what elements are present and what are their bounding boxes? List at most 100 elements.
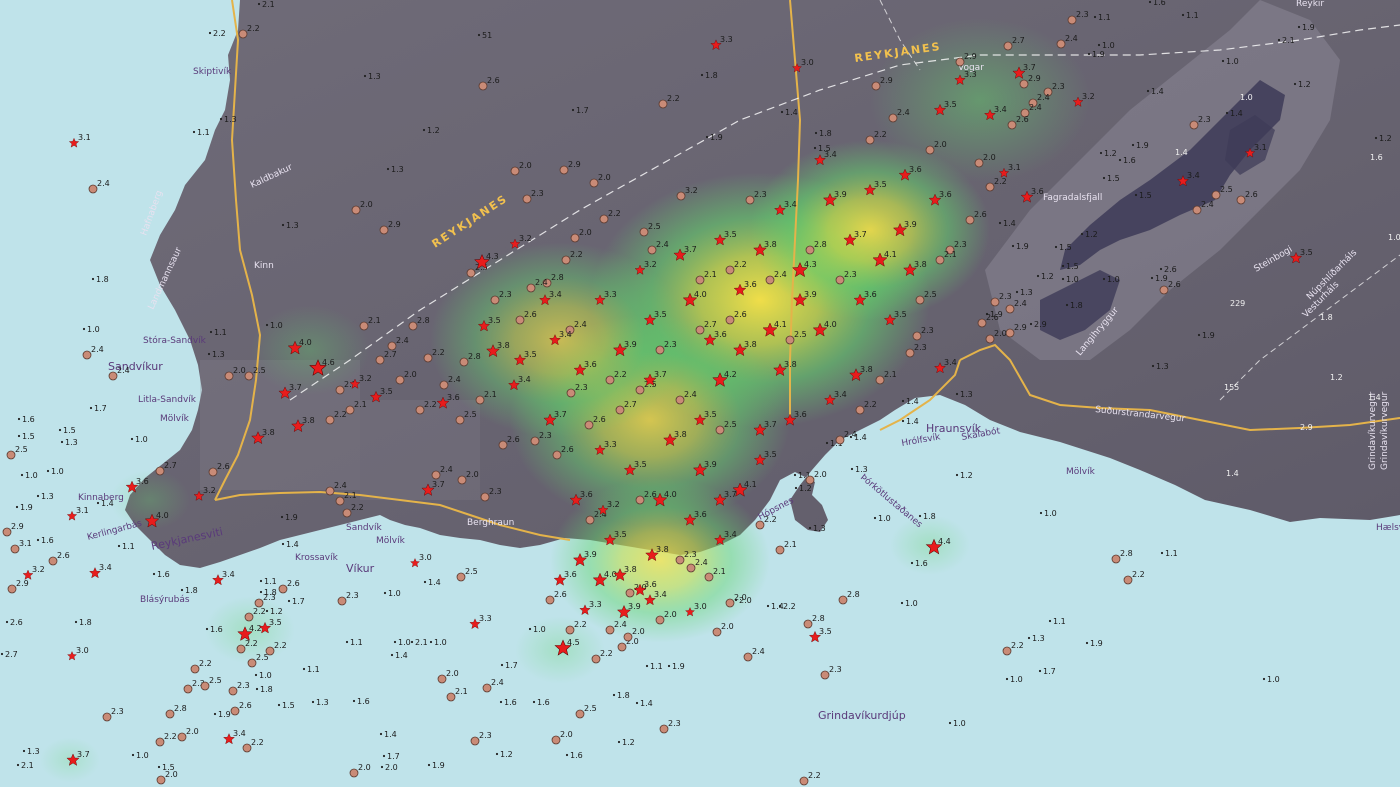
magnitude-value: 2.4 [440,465,453,474]
earthquake-circle-icon [1007,120,1017,130]
epicenter-dot [1085,641,1089,645]
magnitude-value: 1.3 [212,350,225,359]
earthquake-circle-icon [349,768,359,778]
earthquake-circle-icon [615,405,625,415]
earthquake-circle-icon [224,371,234,381]
magnitude-value: 3.1 [1008,163,1021,172]
magnitude-value: 2.2 [251,738,264,747]
magnitude-value: 2.7 [624,400,637,409]
magnitude-value: 2.5 [465,567,478,576]
magnitude-value: 3.4 [99,563,112,572]
magnitude-value: 2.0 [934,140,947,149]
map-canvas[interactable]: REYKJANES REYKJANES Vogar Suðurstrandarv… [0,0,1400,787]
magnitude-value: 1.6 [41,536,54,545]
magnitude-value: 3.3 [589,600,602,609]
magnitude-value: 1.2 [799,484,812,493]
magnitude-value: 1.0 [135,435,148,444]
magnitude-value: 1.1 [214,328,227,337]
earthquake-circle-icon [379,225,389,235]
epicenter-dot [60,440,64,444]
magnitude-value: 3.8 [624,565,637,574]
magnitude-value: 1.0 [1388,233,1400,242]
magnitude-value: 1.4 [906,397,919,406]
magnitude-value: 3.6 [1031,187,1044,196]
place-litla-sandvik: Litla-Sandvík [138,395,197,405]
earthquake-circle-icon [990,297,1000,307]
earthquake-circle-icon [985,334,995,344]
earthquake-circle-icon [785,335,795,345]
magnitude-value: 1.6 [157,570,170,579]
magnitude-value: 2.0 [632,627,645,636]
earthquake-circle-icon [265,646,275,656]
magnitude-value: 1.4 [785,108,798,117]
epicenter-dot [1181,13,1185,17]
epicenter-dot [1097,43,1101,47]
epicenter-dot [1221,59,1225,63]
magnitude-value: 2.4 [656,240,669,249]
magnitude-value: 3.8 [497,341,510,350]
earthquake-circle-icon [183,684,193,694]
magnitude-value: 2.2 [783,602,796,611]
magnitude-value: 3.5 [380,387,393,396]
earthquake-circle-icon [743,652,753,662]
magnitude-value: 3.6 [694,510,707,519]
earthquake-circle-icon [459,357,469,367]
earthquake-circle-icon [704,572,714,582]
magnitude-value: 3.5 [634,460,647,469]
magnitude-value: 1.3 [960,390,973,399]
earthquake-circle-icon [871,81,881,91]
earthquake-circle-icon [1067,15,1077,25]
earthquake-circle-icon [647,245,657,255]
earthquake-circle-icon [351,205,361,215]
magnitude-value: 2.8 [812,614,825,623]
magnitude-value: 3.9 [704,460,717,469]
earthquake-circle-icon [395,375,405,385]
earthquake-circle-icon [278,584,288,594]
magnitude-value: 1.9 [672,662,685,671]
magnitude-value: 2.9 [1028,74,1041,83]
magnitude-value: 1.1 [1098,13,1111,22]
magnitude-value: 3.6 [447,393,460,402]
epicenter-dot [393,640,397,644]
epicenter-dot [36,538,40,542]
magnitude-value: 2.0 [598,173,611,182]
earthquake-circle-icon [686,563,696,573]
magnitude-value: 2.0 [721,622,734,631]
magnitude-value: 2.6 [1245,190,1258,199]
earthquake-circle-icon [955,57,965,67]
magnitude-value: 3.2 [519,234,532,243]
epicenter-dot [778,604,782,608]
earthquake-circle-icon [965,215,975,225]
magnitude-value: 2.6 [974,210,987,219]
magnitude-value: 1.0 [87,325,100,334]
epicenter-dot [152,572,156,576]
magnitude-value: 2.6 [10,618,23,627]
magnitude-value: 2.2 [253,607,266,616]
magnitude-value: 1.5 [282,701,295,710]
earthquake-circle-icon [415,405,425,415]
magnitude-value: 2.2 [600,649,613,658]
magnitude-value: 1.3 [1156,362,1169,371]
magnitude-value: 2.3 [1076,10,1089,19]
earthquake-circle-icon [655,615,665,625]
magnitude-value: 1.6 [210,625,223,634]
place-stora-sandvik: Stóra-Sandvík [143,335,207,346]
earthquake-circle-icon [470,736,480,746]
magnitude-value: 2.0 [466,470,479,479]
magnitude-value: 3.6 [864,290,877,299]
epicenter-dot [345,640,349,644]
magnitude-value: 3.3 [479,614,492,623]
earthquake-circle-icon [480,492,490,502]
magnitude-value: 1.9 [432,761,445,770]
magnitude-value: 2.1 [784,540,797,549]
magnitude-value: 3.4 [222,570,235,579]
magnitude-value: 1.4 [1230,109,1243,118]
magnitude-value: 1.4 [1175,148,1188,157]
magnitude-value: 4.6 [322,358,335,367]
magnitude-value: 1.3 [1032,634,1045,643]
epicenter-dot [1150,276,1154,280]
seismic-map[interactable]: REYKJANES REYKJANES Vogar Suðurstrandarv… [0,0,1400,787]
magnitude-value: 2.3 [921,326,934,335]
magnitude-value: 2.3 [954,240,967,249]
epicenter-dot [219,117,223,121]
